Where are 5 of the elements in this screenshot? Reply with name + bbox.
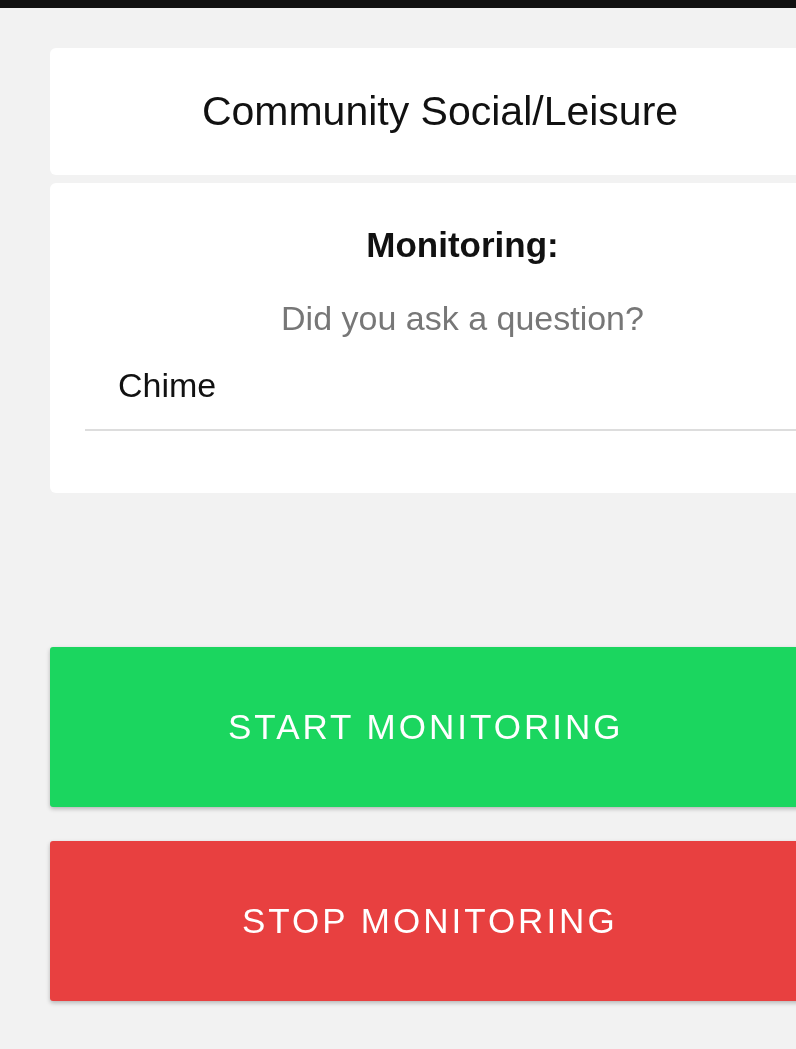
stop-button[interactable]: STOP MONITORING — [50, 841, 796, 1001]
question-text: Did you ask a question? — [281, 299, 644, 338]
answer-field[interactable]: Chime — [85, 338, 796, 431]
page-title: Community Social/Leisure — [201, 88, 679, 135]
monitoring-heading: Monitoring: — [366, 225, 559, 265]
